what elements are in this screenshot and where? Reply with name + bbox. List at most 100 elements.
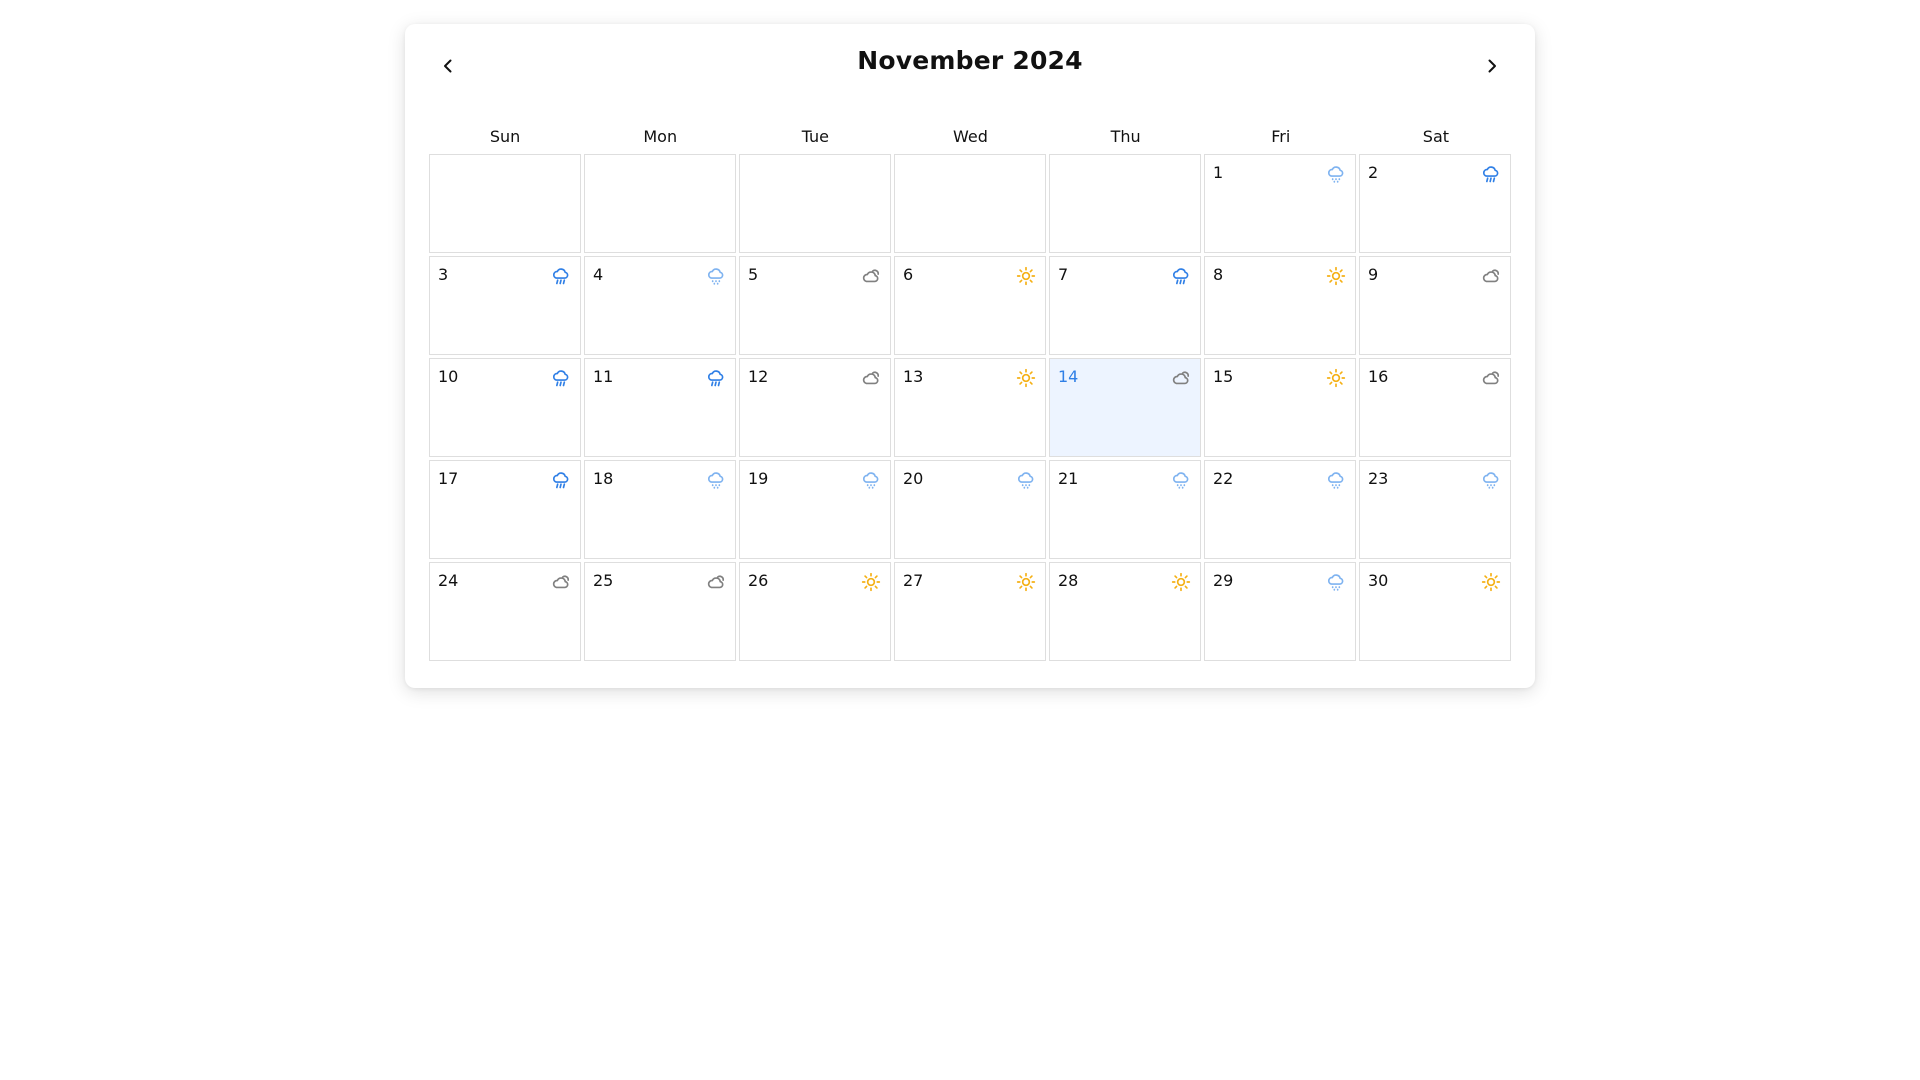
day-number: 17 <box>438 469 459 488</box>
calendar-header: November 2024 <box>405 24 1535 96</box>
day-number: 15 <box>1213 367 1234 386</box>
day-number: 6 <box>903 265 914 284</box>
day-cell[interactable]: 17 <box>429 460 581 559</box>
day-cell[interactable]: 10 <box>429 358 581 457</box>
day-cell[interactable]: 26 <box>739 562 891 661</box>
day-number: 3 <box>438 265 449 284</box>
day-number: 21 <box>1058 469 1079 488</box>
day-number: 20 <box>903 469 924 488</box>
day-cell[interactable]: 28 <box>1049 562 1201 661</box>
cloud-icon <box>1171 368 1191 388</box>
day-number: 11 <box>593 367 614 386</box>
day-cell[interactable]: 15 <box>1204 358 1356 457</box>
day-cell[interactable]: 20 <box>894 460 1046 559</box>
day-cell[interactable]: 3 <box>429 256 581 355</box>
day-cell[interactable]: 11 <box>584 358 736 457</box>
drizzle-icon <box>1171 470 1191 490</box>
sun-icon <box>1016 572 1036 592</box>
day-number: 4 <box>593 265 604 284</box>
month-title: November 2024 <box>857 46 1083 75</box>
day-number: 19 <box>748 469 769 488</box>
day-cell[interactable]: 18 <box>584 460 736 559</box>
cloud-icon <box>1481 368 1501 388</box>
heavy-rain-icon <box>551 266 571 286</box>
day-cell[interactable]: 24 <box>429 562 581 661</box>
empty-day-cell <box>584 154 736 253</box>
day-cell[interactable]: 12 <box>739 358 891 457</box>
day-cell-today[interactable]: 14 <box>1049 358 1201 457</box>
empty-day-cell <box>894 154 1046 253</box>
day-cell[interactable]: 23 <box>1359 460 1511 559</box>
day-cell[interactable]: 16 <box>1359 358 1511 457</box>
drizzle-icon <box>1326 470 1346 490</box>
cloud-icon <box>1481 266 1501 286</box>
day-cell[interactable]: 22 <box>1204 460 1356 559</box>
drizzle-icon <box>1326 164 1346 184</box>
day-number: 2 <box>1368 163 1379 182</box>
sun-icon <box>1016 266 1036 286</box>
sun-icon <box>1326 368 1346 388</box>
cloud-icon <box>551 572 571 592</box>
heavy-rain-icon <box>551 470 571 490</box>
drizzle-icon <box>1016 470 1036 490</box>
drizzle-icon <box>861 470 881 490</box>
day-number: 16 <box>1368 367 1389 386</box>
next-month-button[interactable] <box>1476 50 1508 82</box>
day-number: 1 <box>1213 163 1224 182</box>
drizzle-icon <box>1481 470 1501 490</box>
day-cell[interactable]: 30 <box>1359 562 1511 661</box>
day-cell[interactable]: 25 <box>584 562 736 661</box>
weekday-label: Sat <box>1422 127 1450 146</box>
day-number: 7 <box>1058 265 1069 284</box>
sun-icon <box>1171 572 1191 592</box>
day-number: 30 <box>1368 571 1389 590</box>
day-number: 22 <box>1213 469 1234 488</box>
sun-icon <box>1326 266 1346 286</box>
day-number: 25 <box>593 571 614 590</box>
day-cell[interactable]: 1 <box>1204 154 1356 253</box>
day-cell[interactable]: 4 <box>584 256 736 355</box>
heavy-rain-icon <box>706 368 726 388</box>
day-cell[interactable]: 19 <box>739 460 891 559</box>
cloud-icon <box>706 572 726 592</box>
day-cell[interactable]: 13 <box>894 358 1046 457</box>
day-number: 10 <box>438 367 459 386</box>
day-cell[interactable]: 9 <box>1359 256 1511 355</box>
day-number: 29 <box>1213 571 1234 590</box>
weekday-label: Fri <box>1271 127 1291 146</box>
day-cell[interactable]: 5 <box>739 256 891 355</box>
day-number: 27 <box>903 571 924 590</box>
weekday-header-row: Sun Mon Tue Wed Thu Fri Sat <box>429 127 1512 146</box>
day-number: 24 <box>438 571 459 590</box>
weekday-label: Thu <box>1110 127 1141 146</box>
day-cell[interactable]: 6 <box>894 256 1046 355</box>
day-number: 9 <box>1368 265 1379 284</box>
chevron-right-icon <box>1483 57 1501 75</box>
day-cell[interactable]: 8 <box>1204 256 1356 355</box>
calendar-day-grid: 1 2 3 4 5 6 7 8 9 10 11 12 13 14 15 16 17 18 19 20 21 22 23 24 2… <box>429 154 1512 661</box>
drizzle-icon <box>706 470 726 490</box>
day-cell[interactable]: 7 <box>1049 256 1201 355</box>
calendar-card: November 2024 Sun Mon Tue Wed Thu Fri Sa… <box>405 24 1535 688</box>
day-number: 12 <box>748 367 769 386</box>
day-number: 14 <box>1058 367 1079 386</box>
empty-day-cell <box>739 154 891 253</box>
sun-icon <box>861 572 881 592</box>
day-number: 18 <box>593 469 614 488</box>
empty-day-cell <box>1049 154 1201 253</box>
cloud-icon <box>861 266 881 286</box>
day-number: 5 <box>748 265 759 284</box>
weekday-label: Sun <box>489 127 521 146</box>
drizzle-icon <box>1326 572 1346 592</box>
cloud-icon <box>861 368 881 388</box>
day-cell[interactable]: 21 <box>1049 460 1201 559</box>
day-number: 28 <box>1058 571 1079 590</box>
day-number: 13 <box>903 367 924 386</box>
weekday-label: Wed <box>953 127 988 146</box>
weekday-label: Mon <box>643 127 678 146</box>
day-cell[interactable]: 2 <box>1359 154 1511 253</box>
day-number: 8 <box>1213 265 1224 284</box>
day-cell[interactable]: 29 <box>1204 562 1356 661</box>
day-cell[interactable]: 27 <box>894 562 1046 661</box>
heavy-rain-icon <box>1481 164 1501 184</box>
